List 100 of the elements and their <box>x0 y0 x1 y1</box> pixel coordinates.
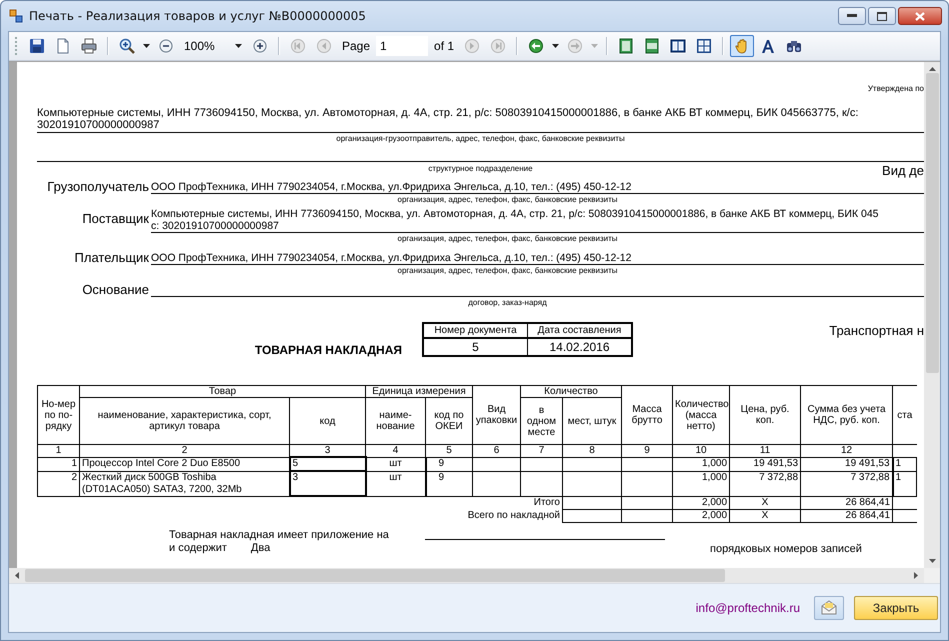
zoom-in-icon <box>119 38 135 54</box>
envelope-icon <box>820 600 838 616</box>
toolbar-label: Page <box>341 39 372 53</box>
previous-icon <box>316 38 332 54</box>
column-header: наиме-нование <box>366 398 426 444</box>
column-header: ста <box>892 386 917 444</box>
page-width-icon <box>644 38 660 54</box>
table-cell: 1 <box>38 457 80 471</box>
party-details: ООО ПрофТехника, ИНН 7790234054, г.Москва, ул.Фридриха Энгельса, д.10, тел.: (495) 450-12-12 <box>151 252 632 264</box>
party-details: ООО ПрофТехника, ИНН 7790234054, г.Москва, ул.Фридриха Энгельса, д.10, тел.: (495) 450-12-12 <box>151 181 632 193</box>
party-label: Плательщик <box>74 249 150 265</box>
horizontal-scrollbar[interactable] <box>9 568 924 583</box>
table-cell: 7 372,88 <box>730 471 801 496</box>
caret-icon <box>235 44 242 48</box>
column-header: Но-мер по по-рядку <box>38 386 80 444</box>
transport-label: Транспортная н <box>829 323 924 338</box>
close-button[interactable] <box>898 7 942 25</box>
plus-circle-icon <box>252 38 268 54</box>
page-icon <box>55 38 71 54</box>
column-number: 1 <box>38 444 80 457</box>
document-number: 5 <box>423 338 528 356</box>
caret-icon <box>143 44 150 48</box>
records-label: порядковых номеров записей <box>710 542 862 554</box>
column-group-header: Единица измерения <box>366 386 472 398</box>
table-cell: 7 372,88 <box>800 471 893 496</box>
table-cell: Х <box>730 509 801 522</box>
caret-icon <box>591 44 598 48</box>
maximize-button[interactable] <box>868 7 896 25</box>
last-page-icon <box>490 38 506 54</box>
window-title: Печать - Реализация товаров и услуг №В0000000005 <box>29 9 367 23</box>
close-dialog-button[interactable]: Закрыть <box>854 596 938 620</box>
total-label: Всего по накладной <box>468 510 560 520</box>
party-details: с: 30201910700000000987 <box>151 220 280 232</box>
table-cell: 3 <box>290 471 366 496</box>
party-details: Компьютерные системы, ИНН 7736094150, Москва, ул. Автомоторная, д. 4А, стр. 21, р/с: 50803910415000001886, в банке АКБ ВТ коммерц, БИК 045 <box>151 208 880 220</box>
next-icon <box>464 38 480 54</box>
table-cell: 1 <box>892 471 917 496</box>
printer-icon <box>81 38 97 54</box>
column-header: Вид упаковки <box>472 386 520 444</box>
table-cell: 19 491,53 <box>730 457 801 471</box>
column-number: 12 <box>800 444 893 457</box>
page-field[interactable]: 1 <box>376 36 428 56</box>
field-caption: договор, заказ-наряд <box>467 297 548 309</box>
party-label: Основание <box>81 281 150 297</box>
approval-note: Утверждена по <box>866 84 924 93</box>
field-caption: организация, адрес, телефон, факс, банковские реквизиты <box>396 265 618 277</box>
shipper-details: Компьютерные системы, ИНН 7736094150, Москва, ул. Автомоторная, д. 4А, стр. 21, р/с: 50803910415000001886, в банке АКБ ВТ коммерц, БИК 045663775, к/с: 30201910700000000987 <box>37 107 924 133</box>
four-pages-icon <box>696 38 712 54</box>
field-caption: структурное подразделение <box>428 163 533 175</box>
down-arrow-icon <box>928 559 936 563</box>
field-caption: организация-грузоотправитель, адрес, телефон, факс, банковские реквизиты <box>335 133 626 145</box>
table-cell: Процессор Intel Core 2 Duo E8500 <box>80 457 290 471</box>
toolbar-label: of 1 <box>433 39 456 53</box>
table-cell: 26 864,41 <box>800 509 893 522</box>
vertical-scrollbar[interactable] <box>924 62 940 568</box>
table-cell: 2,000 <box>672 496 730 509</box>
maximize-icon <box>877 12 887 20</box>
column-number: 2 <box>80 444 290 457</box>
table-cell: 26 864,41 <box>800 496 893 509</box>
column-header: Цена, руб. коп. <box>730 386 801 444</box>
two-pages-icon <box>670 38 686 54</box>
table-cell: 1,000 <box>672 471 730 496</box>
table-cell: 9 <box>426 457 472 471</box>
table-cell: 1 <box>892 457 917 471</box>
column-header: Масса брутто <box>622 386 673 444</box>
email-link[interactable]: info@proftechnik.ru <box>696 601 800 615</box>
save-icon <box>29 38 45 54</box>
appendix-note: Товарная накладная имеет приложение на <box>169 528 389 540</box>
minimize-icon <box>847 14 857 18</box>
table-cell: 1,000 <box>672 457 730 471</box>
activity-label: Вид де <box>882 163 924 178</box>
party-label: Грузополучатель <box>46 178 150 194</box>
column-group-header: Количество <box>520 386 622 398</box>
table-cell: 19 491,53 <box>800 457 893 471</box>
minimize-button[interactable] <box>838 7 866 25</box>
minus-circle-icon <box>158 38 174 54</box>
column-header: код <box>290 398 366 444</box>
column-number: 9 <box>622 444 673 457</box>
up-arrow-icon <box>928 67 936 71</box>
column-number: 7 <box>520 444 562 457</box>
field-caption: организация, адрес, телефон, факс, банковские реквизиты <box>396 194 618 206</box>
table-cell: 5 <box>290 457 366 471</box>
column-number: 4 <box>366 444 426 457</box>
table-cell: Х <box>730 496 801 509</box>
column-number: 5 <box>426 444 472 457</box>
app-icon <box>9 9 23 23</box>
table-cell: 9 <box>426 471 472 496</box>
table-cell: 2,000 <box>672 509 730 522</box>
email-button[interactable] <box>814 596 844 620</box>
column-group-header: Товар <box>80 386 366 398</box>
column-header: наименование, характеристика, сорт, артикул товара <box>80 398 290 444</box>
pan-tool-button[interactable] <box>730 35 754 57</box>
left-arrow-icon <box>15 572 19 579</box>
right-arrow-icon <box>914 572 918 579</box>
record-count-words: Два <box>250 542 270 554</box>
total-label: Итого <box>534 497 560 508</box>
zoom-combo[interactable]: 100% <box>180 36 246 56</box>
contains-label: и содержит <box>169 542 227 554</box>
column-header: в одном месте <box>520 398 562 444</box>
party-label: Поставщик <box>81 210 150 226</box>
